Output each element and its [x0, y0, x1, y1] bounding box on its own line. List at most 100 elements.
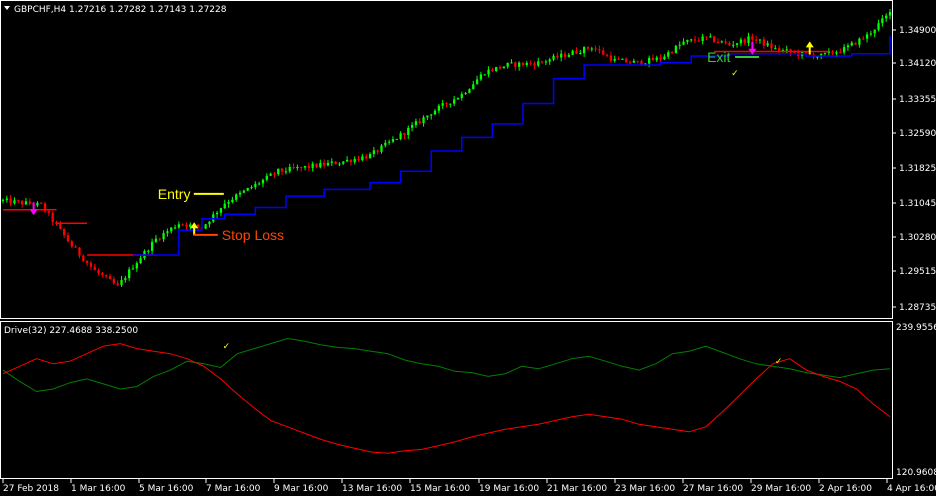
candle-body: [258, 183, 261, 185]
candle-body: [204, 224, 207, 229]
candle-body: [212, 214, 215, 222]
price-tick-label: 1.34900: [899, 26, 936, 36]
candle-body: [70, 241, 73, 247]
candle-body: [540, 61, 544, 63]
candle-body: [678, 44, 681, 46]
candle-body: [686, 39, 689, 42]
candle-body: [338, 163, 341, 165]
candle-body: [391, 139, 395, 142]
candle-body: [368, 153, 372, 159]
candle-body: [280, 168, 284, 172]
main-chart-title: GBPCHF,H4 1.27216 1.27282 1.27143 1.2722…: [14, 5, 227, 15]
candle-body: [40, 202, 43, 204]
candle-body: [20, 200, 24, 205]
candle-body: [839, 52, 842, 54]
candle-body: [407, 127, 410, 135]
time-tick-label: 19 Mar 16:00: [479, 484, 539, 494]
stop-loss-label: Stop Loss: [222, 227, 284, 243]
time-tick-label: 15 Mar 16:00: [410, 484, 470, 494]
price-tick-label: 1.32590: [899, 129, 936, 139]
candle-body: [349, 159, 353, 163]
price-tick-label: 1.29515: [899, 267, 936, 277]
candle-body: [628, 62, 632, 64]
candle-body: [651, 57, 655, 61]
candle-body: [158, 238, 161, 240]
candle-body: [510, 62, 513, 64]
entry-label: Entry: [158, 186, 191, 202]
candle-body: [690, 39, 693, 41]
candle-body: [785, 49, 788, 51]
candle-body: [498, 66, 502, 69]
check-mark-icon: ✓: [775, 357, 783, 367]
candle-body: [563, 53, 567, 57]
candle-body: [372, 150, 375, 154]
candle-body: [124, 278, 127, 280]
candle-body: [774, 48, 777, 50]
candle-body: [712, 36, 716, 42]
candle-body: [533, 63, 536, 66]
candle-body: [403, 133, 406, 135]
candle-body: [162, 233, 165, 240]
candle-body: [334, 161, 337, 165]
candle-body: [502, 66, 505, 69]
candle-body: [464, 92, 467, 94]
time-tick-label: 27 Feb 2018: [3, 484, 59, 494]
candle-body: [869, 33, 873, 35]
candle-body: [709, 36, 712, 38]
candle-body: [632, 60, 635, 63]
candle-body: [154, 238, 158, 242]
candle-body: [265, 175, 268, 180]
candle-body: [433, 110, 437, 115]
candle-body: [395, 138, 398, 140]
time-tick-label: 29 Mar 16:00: [751, 484, 811, 494]
candle-body: [108, 276, 112, 280]
candle-body: [63, 228, 66, 236]
candle-body: [602, 50, 605, 55]
candle-body: [556, 55, 559, 58]
candle-body: [460, 93, 463, 98]
candle-body: [682, 41, 685, 45]
time-tick-label: 27 Mar 16:00: [683, 484, 743, 494]
candle-body: [166, 231, 169, 234]
candle-body: [208, 221, 211, 225]
candle-body: [862, 38, 865, 40]
time-tick-label: 9 Mar 16:00: [274, 484, 329, 494]
candle-body: [885, 15, 888, 19]
candle-body: [235, 194, 238, 200]
candle-body: [835, 52, 838, 54]
candle-body: [315, 163, 318, 168]
candle-body: [28, 201, 31, 205]
candle-body: [85, 261, 89, 263]
candle-body: [112, 279, 116, 284]
candle-body: [514, 62, 517, 67]
candle-body: [529, 62, 532, 64]
candle-body: [422, 117, 425, 123]
candle-body: [261, 179, 265, 184]
candle-body: [487, 69, 490, 75]
candle-body: [755, 39, 758, 41]
exit-label: Exit: [707, 49, 730, 65]
candle-body: [120, 279, 123, 285]
candle-body: [590, 48, 593, 50]
candle-body: [97, 270, 100, 274]
candle-body: [353, 158, 356, 163]
candle-body: [594, 48, 597, 50]
candle-body: [89, 262, 93, 267]
candle-body: [495, 66, 498, 72]
candle-body: [105, 275, 108, 277]
candle-body: [831, 51, 834, 54]
candle-body: [1, 199, 5, 201]
candle-body: [598, 49, 601, 51]
candle-body: [850, 42, 853, 46]
candle-body: [613, 58, 616, 61]
candle-body: [625, 58, 628, 63]
candle-body: [716, 41, 720, 43]
candle-body: [697, 40, 700, 42]
candle-body: [311, 163, 314, 168]
candle-body: [823, 52, 827, 54]
candle-body: [5, 198, 8, 200]
candle-body: [735, 43, 739, 45]
candle-body: [751, 36, 754, 40]
check-mark-icon: ✓: [731, 69, 739, 79]
candle-body: [330, 161, 333, 163]
